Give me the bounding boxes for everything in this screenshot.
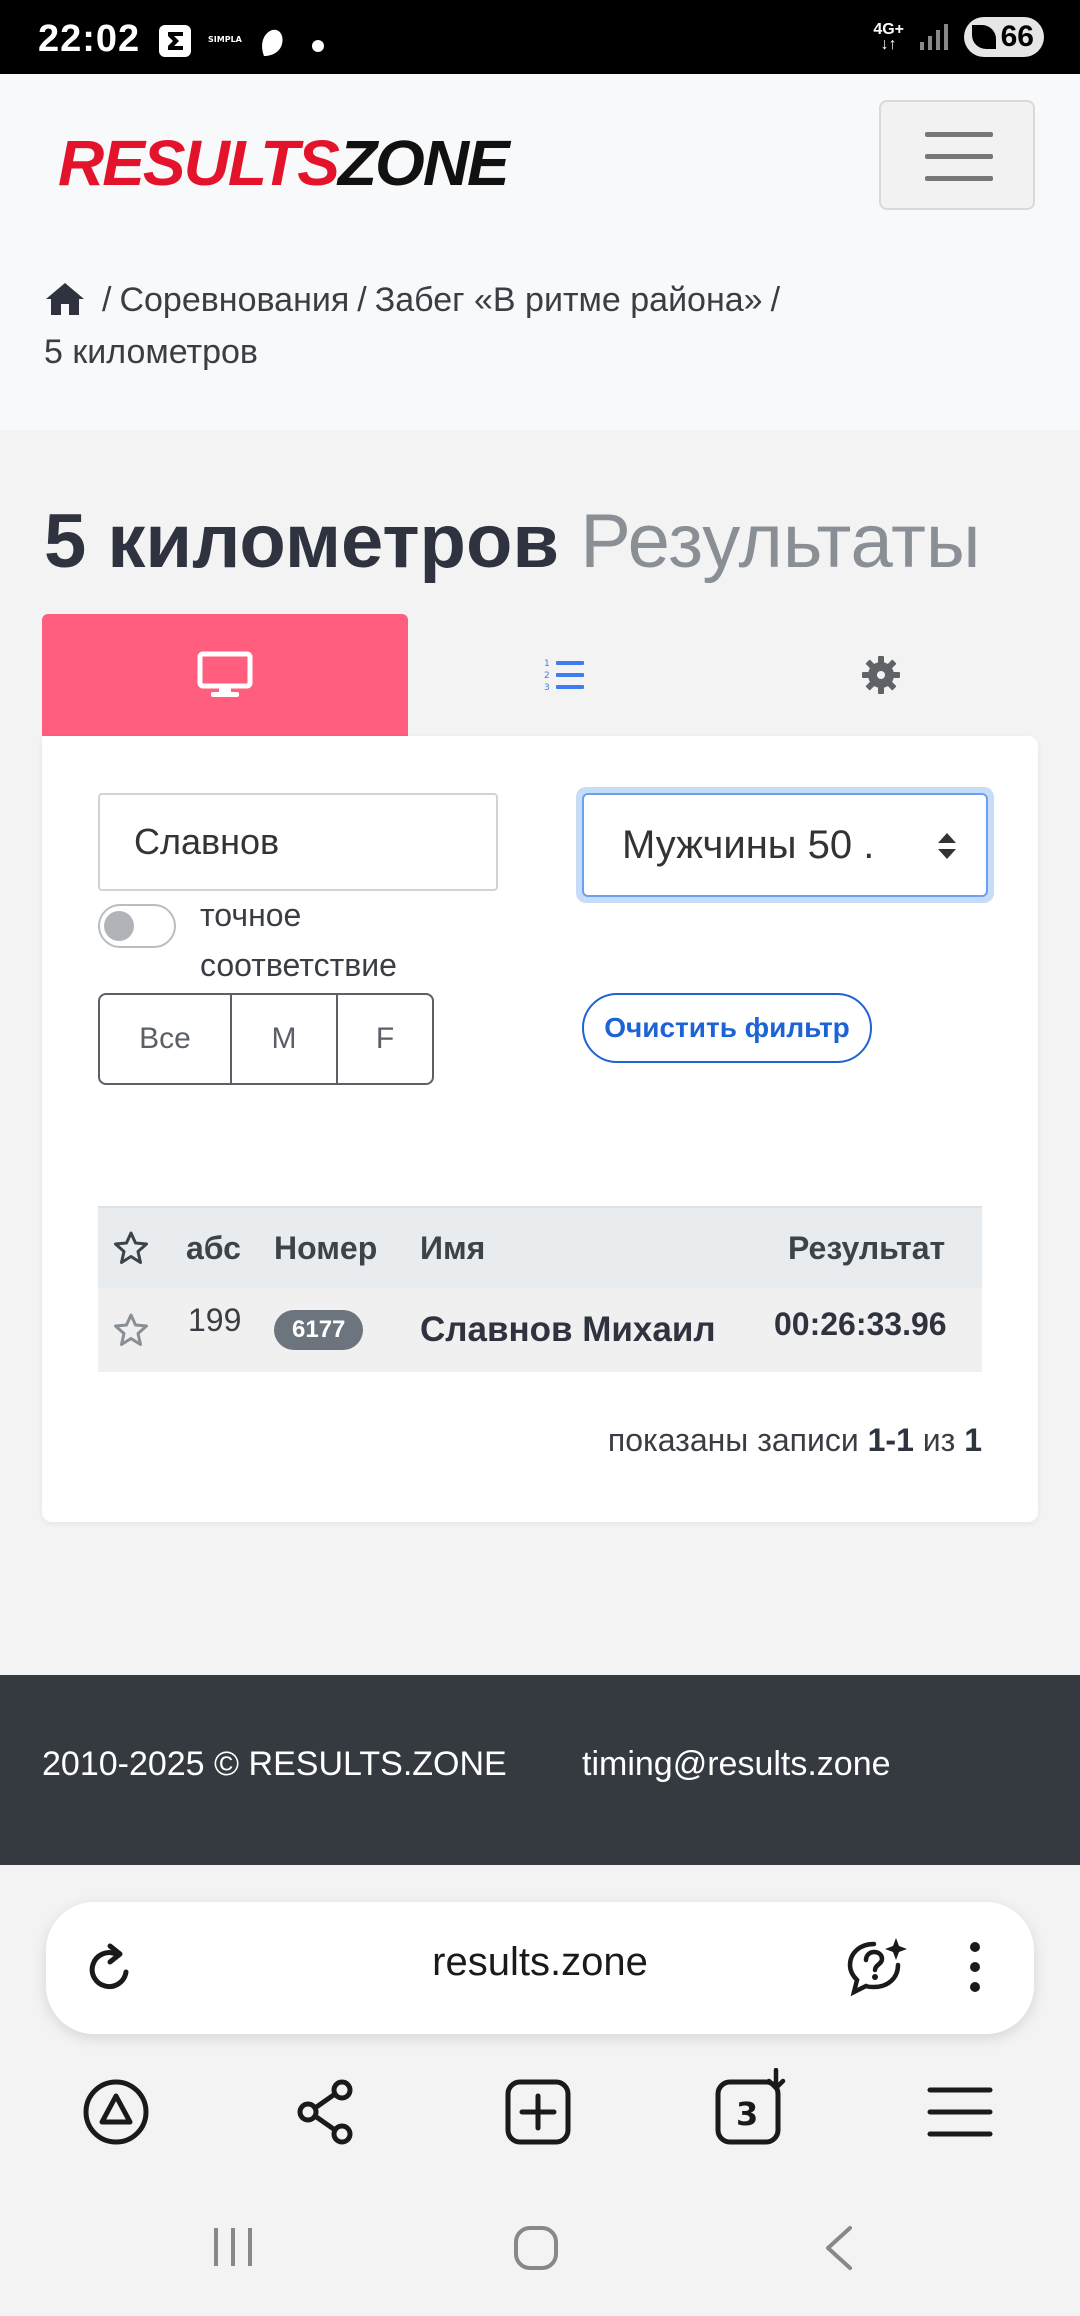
tabs-icon[interactable]: 3 [714, 2068, 790, 2146]
breadcrumb-competitions[interactable]: Соревнования [119, 281, 349, 319]
status-time: 22:02 [38, 18, 141, 60]
system-navigation-bar [0, 2190, 1080, 2316]
signal-icon [920, 24, 948, 50]
results-zone-logo[interactable]: RESULTSZONE [58, 126, 510, 200]
table-row[interactable]: 199 6177 Славнов Михаил 00:26:33.96 [98, 1288, 982, 1372]
favorite-column-header[interactable] [112, 1208, 150, 1288]
gear-icon [862, 656, 900, 694]
site-footer: 2010-2025 © RESULTS.ZONE timing@results.… [0, 1675, 1080, 1865]
network-label: 4G+ [873, 21, 904, 38]
breadcrumb: / Соревнования / Забег «В ритме района»/5 к… [44, 281, 781, 371]
page-title-subtitle: Результаты [580, 499, 981, 584]
new-tab-icon[interactable] [504, 2078, 572, 2146]
monitor-icon [197, 651, 253, 697]
share-icon[interactable] [294, 2078, 358, 2146]
breadcrumb-race[interactable]: Забег «В ритме района» [375, 281, 763, 319]
ai-assistant-icon[interactable] [846, 1936, 910, 1998]
svg-text:2: 2 [544, 671, 550, 681]
gender-all-button[interactable]: Все [98, 993, 232, 1085]
battery-level: 66 [1000, 20, 1034, 53]
page-title-main: 5 километров [44, 499, 560, 584]
sigma-app-icon [159, 25, 191, 57]
records-range: 1-1 [867, 1422, 914, 1458]
tab-results-list[interactable]: 1 2 3 [438, 614, 692, 736]
gender-m-button[interactable]: M [230, 993, 338, 1085]
row-name[interactable]: Славнов Михаил [420, 1288, 716, 1372]
column-place[interactable]: абс [186, 1208, 241, 1288]
logo-part-zone: ZONE [337, 127, 510, 199]
star-outline-icon [114, 1231, 148, 1264]
favorite-toggle[interactable] [112, 1288, 150, 1372]
column-name[interactable]: Имя [420, 1208, 485, 1288]
leaf-app-icon [262, 29, 283, 56]
status-bar: 22:02 SIMPLA 4G+ ↓↑ 66 [0, 0, 1080, 74]
column-result[interactable]: Результат [788, 1208, 945, 1288]
records-prefix: показаны записи [607, 1422, 859, 1458]
results-card: точное соответствие Все M F Мужчины 50 .… [42, 736, 1038, 1522]
battery-icon: 66 [964, 17, 1044, 57]
svg-text:3: 3 [544, 683, 550, 693]
exact-match-label: точное соответствие [200, 897, 397, 983]
tabs-count: 3 [736, 2095, 758, 2133]
footer-copyright: 2010-2025 © RESULTS.ZONE [42, 1745, 507, 1783]
records-total: 1 [964, 1422, 982, 1458]
toggle-knob [104, 911, 134, 941]
records-info: показаны записи 1-1 из 1 [608, 1422, 982, 1459]
bib-badge: 6177 [274, 1310, 364, 1350]
table-header: абс Номер Имя Результат [98, 1206, 982, 1288]
star-outline-icon [114, 1313, 148, 1346]
age-group-select[interactable]: Мужчины 50 . [582, 793, 988, 897]
clear-filter-button[interactable]: Очистить фильтр [582, 993, 872, 1063]
menu-toggle-button[interactable] [879, 100, 1035, 210]
alice-assistant-icon[interactable] [82, 2078, 150, 2146]
column-bib[interactable]: Номер [274, 1208, 377, 1288]
exact-match-toggle[interactable] [98, 904, 176, 948]
breadcrumb-distance: 5 километров [44, 333, 258, 371]
more-menu-icon[interactable] [970, 1942, 980, 2002]
recent-apps-icon[interactable] [210, 2224, 256, 2270]
age-group-select-value: Мужчины 50 . [622, 822, 875, 867]
browser-toolbar: 3 [0, 2060, 1080, 2168]
hamburger-menu-icon[interactable] [926, 2084, 994, 2140]
select-arrows-icon [938, 833, 956, 859]
tab-settings[interactable] [754, 614, 1008, 736]
row-place: 199 [188, 1301, 242, 1338]
row-bib-cell: 6177 [274, 1288, 364, 1372]
home-icon[interactable] [44, 281, 86, 317]
svg-text:1: 1 [544, 659, 550, 669]
home-button-icon[interactable] [512, 2224, 560, 2272]
notification-dot-icon [312, 40, 324, 52]
footer-email-link[interactable]: timing@results.zone [582, 1745, 891, 1784]
records-of: из [922, 1422, 956, 1458]
gender-f-button[interactable]: F [336, 993, 434, 1085]
svg-text:SIMPLA: SIMPLA [208, 35, 243, 44]
back-icon[interactable] [818, 2224, 858, 2272]
numbered-list-icon: 1 2 3 [544, 659, 584, 693]
logo-part-results: RESULTS [58, 127, 340, 199]
page-title: 5 километров Результаты [44, 498, 981, 585]
tab-display[interactable] [42, 614, 408, 736]
browser-address-bar[interactable]: results.zone [46, 1902, 1034, 2034]
row-result: 00:26:33.96 [774, 1305, 947, 1342]
site-header: RESULTSZONE / Соревнования / Забег «В ритме… [0, 74, 1080, 430]
network-indicator: 4G+ ↓↑ [873, 21, 904, 53]
simpla-app-icon: SIMPLA [208, 35, 243, 44]
name-search-input[interactable] [98, 793, 498, 891]
